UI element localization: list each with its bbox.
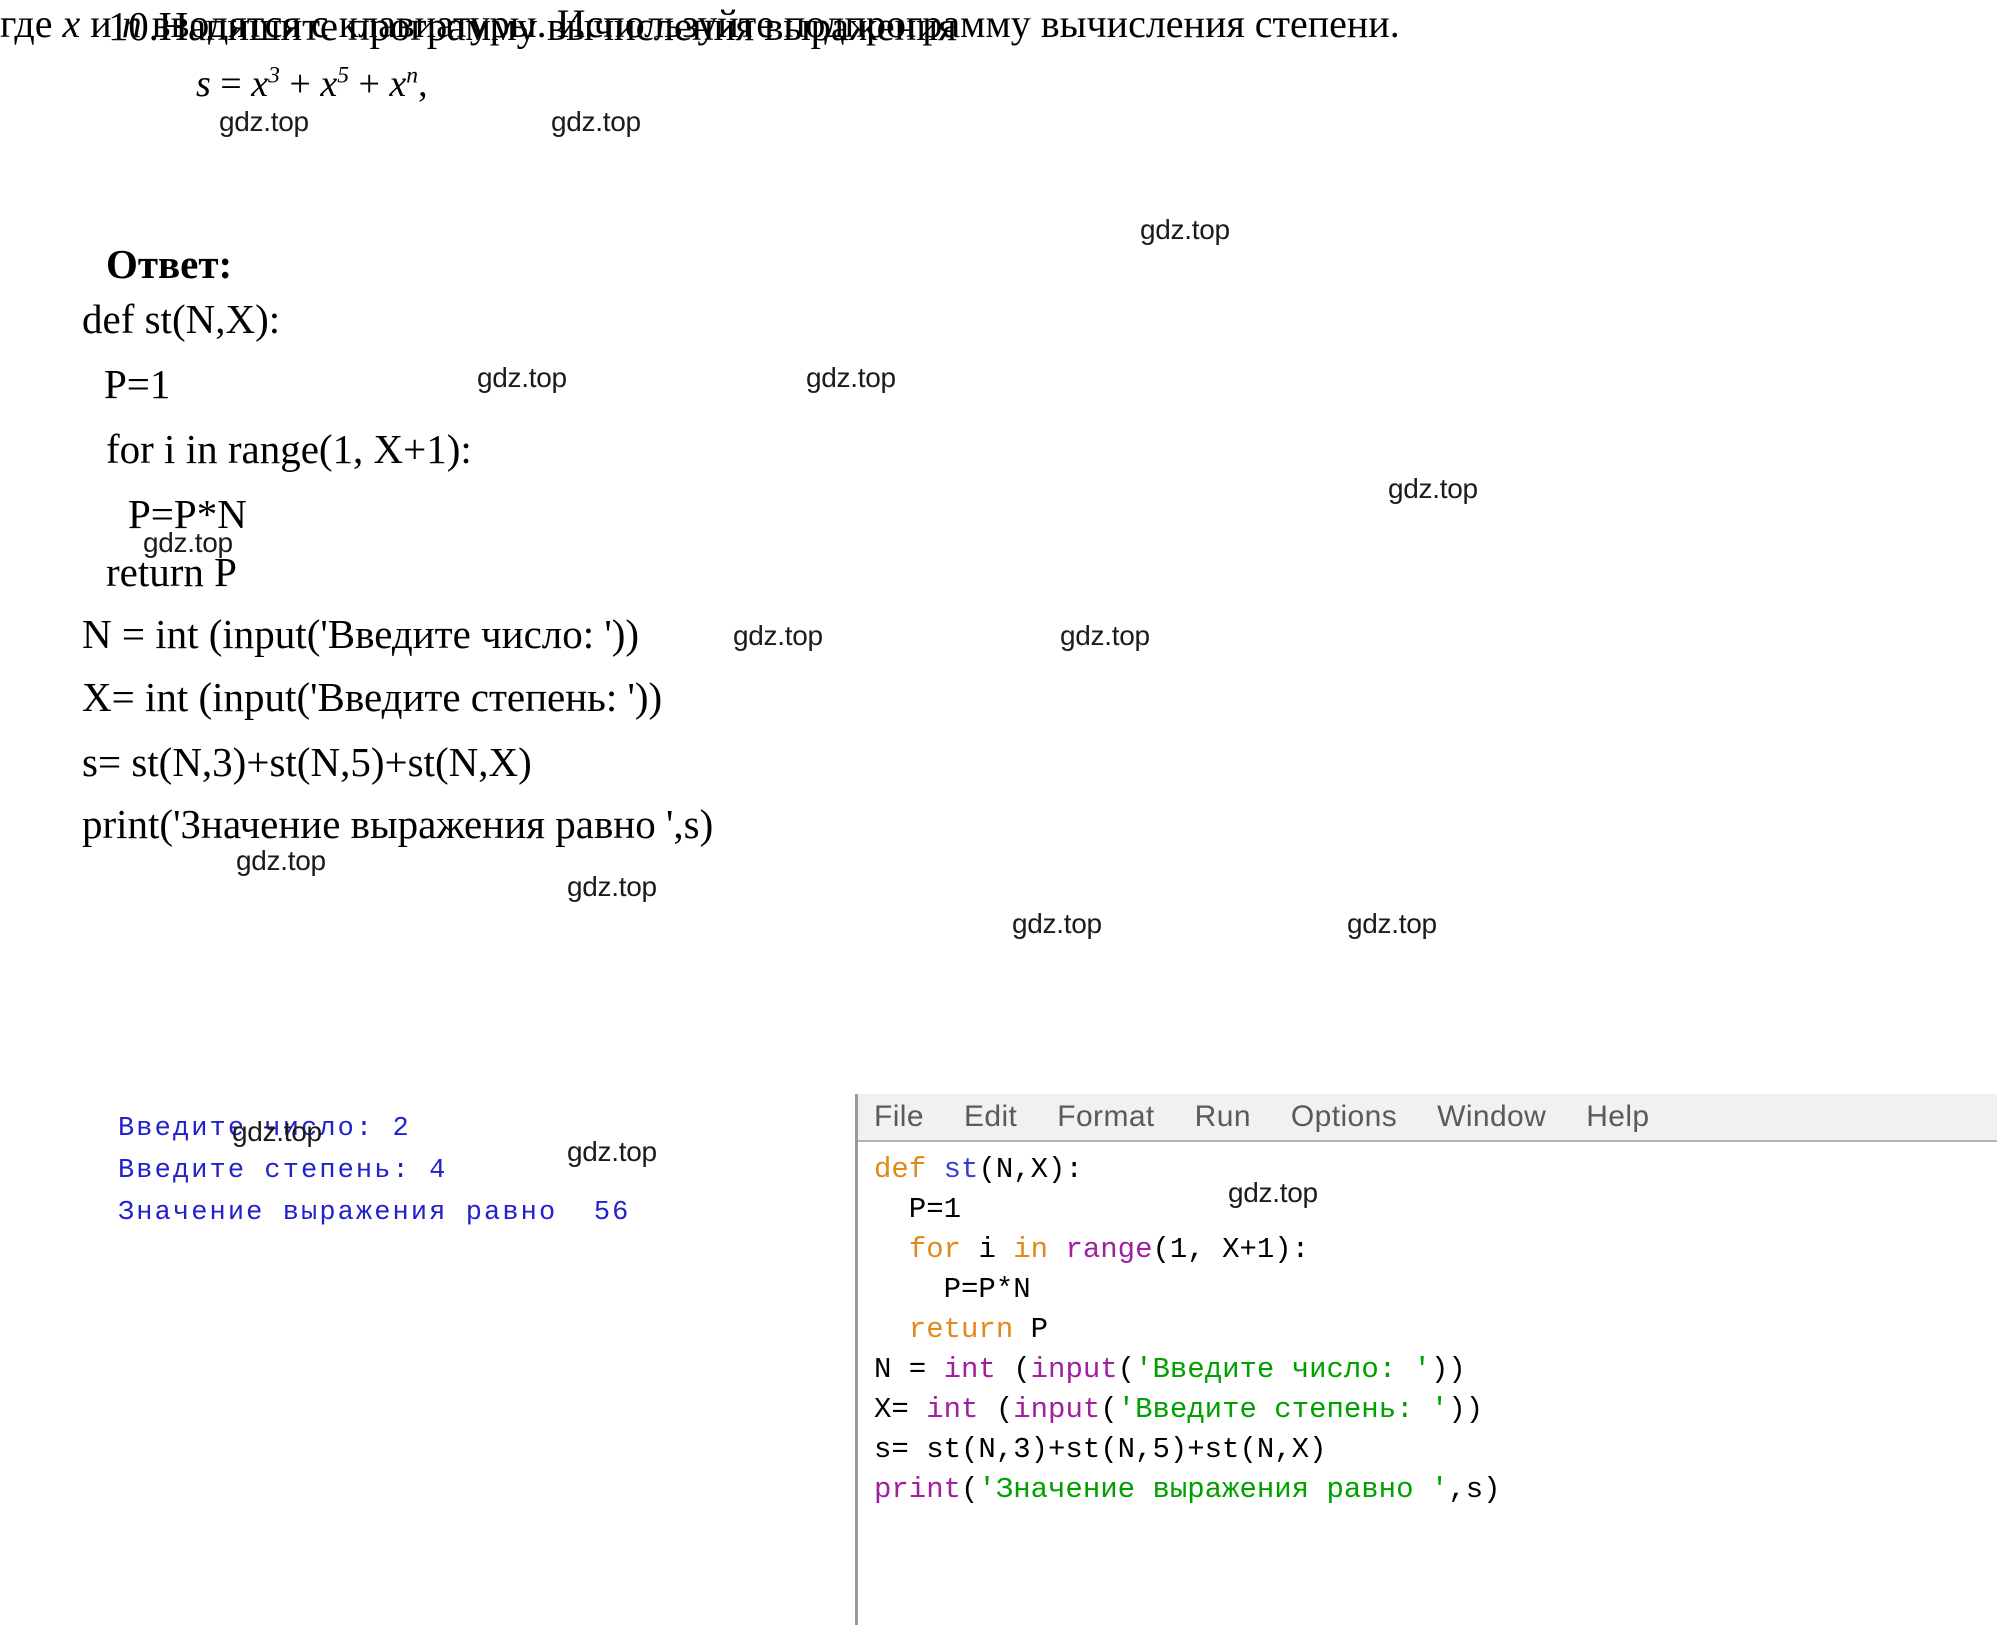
code-token-bi: int <box>943 1353 996 1386</box>
watermark: gdz.top <box>733 620 823 651</box>
formula-term1-exponent: 3 <box>268 62 280 89</box>
watermark: gdz.top <box>236 845 326 876</box>
code-token-pl: (N,X): <box>978 1153 1083 1186</box>
math-formula: s = x3 + x5 + xn, <box>196 62 428 106</box>
watermark: gdz.top <box>806 362 896 393</box>
idle-code-line: def st(N,X): <box>874 1150 1997 1190</box>
idle-menu-run[interactable]: Run <box>1195 1100 1251 1134</box>
code-token-pl: P <box>1030 1313 1049 1346</box>
idle-menu-bar[interactable]: File Edit Format Run Options Window Help <box>858 1094 1997 1142</box>
code-token-pl: )) <box>1430 1353 1466 1386</box>
code-token-pl: ( <box>978 1393 1014 1426</box>
idle-menu-help[interactable]: Help <box>1586 1100 1649 1134</box>
watermark: gdz.top <box>1140 214 1230 245</box>
code-token-pl: N = <box>874 1353 944 1386</box>
code-token-kw: def <box>874 1153 944 1186</box>
idle-menu-file[interactable]: File <box>874 1100 924 1134</box>
code-token-str: 'Значение выражения равно ' <box>978 1473 1449 1506</box>
formula-term2-exponent: 5 <box>337 62 349 89</box>
page-title: 10.Напишите программу вычисления выражен… <box>108 3 957 49</box>
idle-menu-format[interactable]: Format <box>1057 1100 1154 1134</box>
console-line: Значение выражения равно 56 <box>118 1198 631 1228</box>
variable-x: x <box>62 1 81 46</box>
watermark: gdz.top <box>219 106 309 137</box>
code-token-kw: in <box>1013 1233 1066 1266</box>
code-token-pl: P=P*N <box>874 1273 1031 1306</box>
idle-menu-options[interactable]: Options <box>1291 1100 1397 1134</box>
answer-code-line: X= int (input('Введите степень: ')) <box>82 674 663 720</box>
idle-code-line: P=P*N <box>874 1270 1997 1310</box>
code-token-pl: ( <box>961 1473 979 1506</box>
watermark: gdz.top <box>477 362 567 393</box>
formula-equals: = <box>220 63 242 105</box>
code-token-bi: input <box>1013 1393 1101 1426</box>
code-token-pl: ( <box>1117 1353 1136 1386</box>
answer-code-line: P=1 <box>104 361 171 407</box>
code-token-bi: print <box>874 1473 962 1506</box>
console-line: Введите число: 2 <box>118 1114 411 1144</box>
idle-code-line: X= int (input('Введите степень: ')) <box>874 1390 1997 1430</box>
code-token-pl: (1, X+1): <box>1152 1233 1310 1266</box>
code-token-pl: X= <box>874 1393 927 1426</box>
formula-trailing-comma: , <box>418 63 428 105</box>
watermark: gdz.top <box>1060 620 1150 651</box>
console-line: Введите степень: 4 <box>118 1156 448 1186</box>
formula-plus-1: + <box>289 63 311 105</box>
idle-menu-edit[interactable]: Edit <box>964 1100 1017 1134</box>
code-token-kw: return <box>908 1313 1031 1346</box>
formula-term2-base: x <box>320 63 338 105</box>
python-shell-output: Введите число: 2 Введите степень: 4 Значен… <box>118 1108 630 1234</box>
where-prefix: где <box>0 1 63 46</box>
watermark: gdz.top <box>551 106 641 137</box>
answer-code-line: def st(N,X): <box>82 296 281 342</box>
code-token-pl: ,s) <box>1448 1473 1501 1506</box>
answer-code-line: s= st(N,3)+st(N,5)+st(N,X) <box>82 739 532 785</box>
code-token-kw: for <box>908 1233 979 1266</box>
formula-term3-exponent: n <box>406 62 419 89</box>
watermark: gdz.top <box>232 1116 322 1147</box>
formula-term1-base: x <box>251 63 269 105</box>
code-token-pl: P=1 <box>874 1193 962 1226</box>
idle-code-line: print('Значение выражения равно ',s) <box>874 1470 1997 1510</box>
watermark: gdz.top <box>567 1136 657 1167</box>
answer-code-line: N = int (input('Введите число: ')) <box>82 611 640 657</box>
code-token-pl: )) <box>1448 1393 1484 1426</box>
formula-lhs: s <box>196 63 211 105</box>
idle-code-line: s= st(N,3)+st(N,5)+st(N,X) <box>874 1430 1997 1470</box>
watermark: gdz.top <box>1388 473 1478 504</box>
idle-code-line: P=1 <box>874 1190 1997 1230</box>
watermark: gdz.top <box>143 527 233 558</box>
idle-code-editor[interactable]: def st(N,X): P=1 for i in range(1, X+1):… <box>858 1142 1997 1510</box>
answer-code-line: for i in range(1, X+1): <box>106 426 472 472</box>
watermark: gdz.top <box>1347 908 1437 939</box>
code-token-pl: s= st(N,3)+st(N,5)+st(N,X) <box>874 1433 1327 1466</box>
watermark: gdz.top <box>567 871 657 902</box>
idle-code-line: for i in range(1, X+1): <box>874 1230 1997 1270</box>
watermark: gdz.top <box>1012 908 1102 939</box>
code-token-fn: st <box>943 1153 979 1186</box>
watermark: gdz.top <box>1228 1177 1318 1208</box>
answer-label: Ответ: <box>106 241 233 287</box>
code-token-pl: i <box>978 1233 1014 1266</box>
idle-code-line: return P <box>874 1310 1997 1350</box>
code-token-str: 'Введите число: ' <box>1135 1353 1431 1386</box>
formula-term3-base: x <box>389 63 407 105</box>
idle-code-line: N = int (input('Введите число: ')) <box>874 1350 1997 1390</box>
code-token-bi: input <box>1030 1353 1118 1386</box>
idle-editor-window[interactable]: File Edit Format Run Options Window Help def s… <box>855 1094 1997 1625</box>
answer-code-line: print('Значение выражения равно ',s) <box>82 801 714 847</box>
code-token-str: 'Введите степень: ' <box>1117 1393 1449 1426</box>
idle-menu-window[interactable]: Window <box>1437 1100 1546 1134</box>
code-token-bi: int <box>926 1393 979 1426</box>
formula-plus-2: + <box>358 63 380 105</box>
code-token-bi: range <box>1065 1233 1153 1266</box>
code-token-pl: ( <box>1100 1393 1118 1426</box>
code-token-pl: ( <box>995 1353 1031 1386</box>
